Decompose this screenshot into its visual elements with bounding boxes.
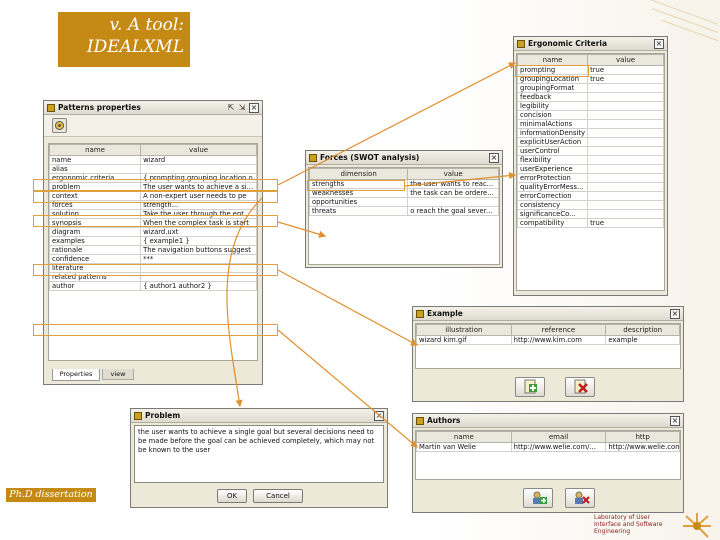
connector-arrows <box>226 62 517 448</box>
lab-logo: Laboratory of User Interface and Softwar… <box>594 510 720 540</box>
sunburst-icon <box>683 513 711 538</box>
lab-logo-text: Laboratory of User Interface and Softwar… <box>594 514 663 535</box>
footer-label: Ph.D dissertation <box>6 488 96 502</box>
